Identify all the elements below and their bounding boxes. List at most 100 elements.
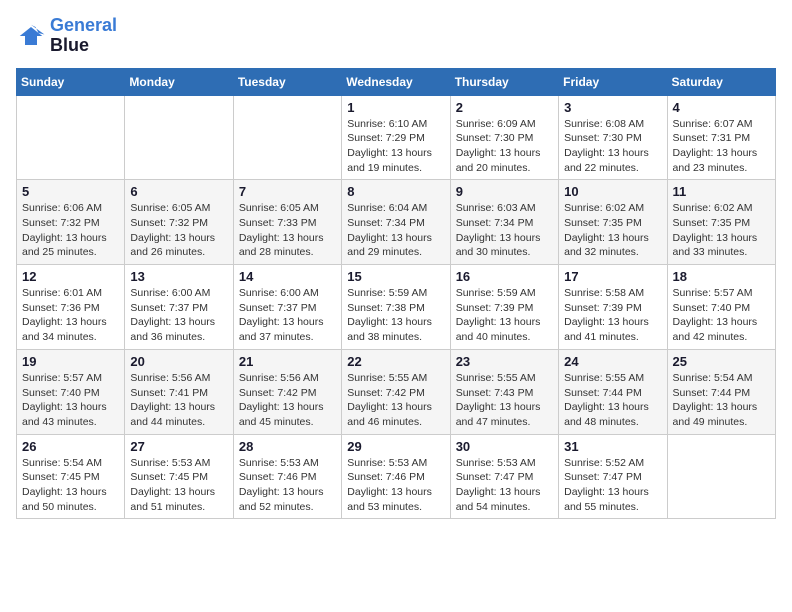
- calendar-cell: 18 Sunrise: 5:57 AM Sunset: 7:40 PM Dayli…: [667, 265, 775, 350]
- day-info: Sunrise: 5:55 AM Sunset: 7:44 PM Dayligh…: [564, 371, 661, 430]
- day-number: 31: [564, 439, 661, 454]
- calendar-table: SundayMondayTuesdayWednesdayThursdayFrid…: [16, 68, 776, 520]
- day-number: 6: [130, 184, 227, 199]
- logo-text: General Blue: [50, 16, 117, 56]
- calendar-cell: 13Sunrise: 6:00 AM Sunset: 7:37 PM Dayli…: [125, 265, 233, 350]
- day-info: Sunrise: 6:10 AM Sunset: 7:29 PM Dayligh…: [347, 117, 444, 176]
- day-number: 16: [456, 269, 553, 284]
- day-number: 29: [347, 439, 444, 454]
- day-number: 12: [22, 269, 119, 284]
- day-number: 5: [22, 184, 119, 199]
- day-info: Sunrise: 6:05 AM Sunset: 7:33 PM Dayligh…: [239, 201, 336, 260]
- page-header: General Blue: [16, 16, 776, 56]
- calendar-cell: 10 Sunrise: 6:02 AM Sunset: 7:35 PM Dayli…: [559, 180, 667, 265]
- calendar-cell: 3Sunrise: 6:08 AM Sunset: 7:30 PM Daylig…: [559, 95, 667, 180]
- day-number: 15: [347, 269, 444, 284]
- day-number: 28: [239, 439, 336, 454]
- day-number: 25: [673, 354, 770, 369]
- calendar-cell: [233, 95, 341, 180]
- day-number: 20: [130, 354, 227, 369]
- weekday-header: Sunday: [17, 68, 125, 95]
- day-info: Sunrise: 6:01 AM Sunset: 7:36 PM Dayligh…: [22, 286, 119, 345]
- day-number: 23: [456, 354, 553, 369]
- calendar-cell: 20 Sunrise: 5:56 AM Sunset: 7:41 PM Dayli…: [125, 349, 233, 434]
- calendar-cell: 17 Sunrise: 5:58 AM Sunset: 7:39 PM Dayli…: [559, 265, 667, 350]
- day-info: Sunrise: 5:55 AM Sunset: 7:42 PM Dayligh…: [347, 371, 444, 430]
- calendar-cell: 29 Sunrise: 5:53 AM Sunset: 7:46 PM Dayli…: [342, 434, 450, 519]
- calendar-cell: 16 Sunrise: 5:59 AM Sunset: 7:39 PM Dayli…: [450, 265, 558, 350]
- calendar-cell: 2 Sunrise: 6:09 AM Sunset: 7:30 PM Daylig…: [450, 95, 558, 180]
- day-info: Sunrise: 5:57 AM Sunset: 7:40 PM Dayligh…: [673, 286, 770, 345]
- day-info: Sunrise: 6:05 AM Sunset: 7:32 PM Dayligh…: [130, 201, 227, 260]
- day-info: Sunrise: 5:57 AM Sunset: 7:40 PM Dayligh…: [22, 371, 119, 430]
- day-number: 17: [564, 269, 661, 284]
- day-number: 18: [673, 269, 770, 284]
- day-number: 27: [130, 439, 227, 454]
- calendar-week-row: 19 Sunrise: 5:57 AM Sunset: 7:40 PM Dayli…: [17, 349, 776, 434]
- calendar-cell: 30Sunrise: 5:53 AM Sunset: 7:47 PM Dayli…: [450, 434, 558, 519]
- weekday-header: Tuesday: [233, 68, 341, 95]
- day-info: Sunrise: 5:55 AM Sunset: 7:43 PM Dayligh…: [456, 371, 553, 430]
- day-number: 3: [564, 100, 661, 115]
- weekday-header: Saturday: [667, 68, 775, 95]
- calendar-week-row: 1Sunrise: 6:10 AM Sunset: 7:29 PM Daylig…: [17, 95, 776, 180]
- weekday-header: Wednesday: [342, 68, 450, 95]
- calendar-cell: 27 Sunrise: 5:53 AM Sunset: 7:45 PM Dayli…: [125, 434, 233, 519]
- calendar-cell: 8Sunrise: 6:04 AM Sunset: 7:34 PM Daylig…: [342, 180, 450, 265]
- calendar-cell: 7 Sunrise: 6:05 AM Sunset: 7:33 PM Daylig…: [233, 180, 341, 265]
- day-info: Sunrise: 6:06 AM Sunset: 7:32 PM Dayligh…: [22, 201, 119, 260]
- calendar-cell: 23 Sunrise: 5:55 AM Sunset: 7:43 PM Dayli…: [450, 349, 558, 434]
- calendar-cell: 6 Sunrise: 6:05 AM Sunset: 7:32 PM Daylig…: [125, 180, 233, 265]
- logo: General Blue: [16, 16, 117, 56]
- day-number: 21: [239, 354, 336, 369]
- calendar-cell: 21 Sunrise: 5:56 AM Sunset: 7:42 PM Dayli…: [233, 349, 341, 434]
- day-number: 13: [130, 269, 227, 284]
- day-number: 26: [22, 439, 119, 454]
- day-info: Sunrise: 5:58 AM Sunset: 7:39 PM Dayligh…: [564, 286, 661, 345]
- day-number: 30: [456, 439, 553, 454]
- weekday-header: Friday: [559, 68, 667, 95]
- day-number: 11: [673, 184, 770, 199]
- day-info: Sunrise: 5:56 AM Sunset: 7:42 PM Dayligh…: [239, 371, 336, 430]
- day-number: 4: [673, 100, 770, 115]
- calendar-cell: [667, 434, 775, 519]
- day-number: 10: [564, 184, 661, 199]
- day-info: Sunrise: 5:53 AM Sunset: 7:46 PM Dayligh…: [347, 456, 444, 515]
- day-info: Sunrise: 5:54 AM Sunset: 7:44 PM Dayligh…: [673, 371, 770, 430]
- calendar-week-row: 12 Sunrise: 6:01 AM Sunset: 7:36 PM Dayli…: [17, 265, 776, 350]
- day-number: 14: [239, 269, 336, 284]
- weekday-header: Monday: [125, 68, 233, 95]
- weekday-header: Thursday: [450, 68, 558, 95]
- logo-icon: [16, 21, 46, 51]
- day-info: Sunrise: 6:07 AM Sunset: 7:31 PM Dayligh…: [673, 117, 770, 176]
- calendar-week-row: 26 Sunrise: 5:54 AM Sunset: 7:45 PM Dayli…: [17, 434, 776, 519]
- day-number: 22: [347, 354, 444, 369]
- day-info: Sunrise: 5:54 AM Sunset: 7:45 PM Dayligh…: [22, 456, 119, 515]
- day-info: Sunrise: 5:56 AM Sunset: 7:41 PM Dayligh…: [130, 371, 227, 430]
- day-number: 19: [22, 354, 119, 369]
- calendar-week-row: 5 Sunrise: 6:06 AM Sunset: 7:32 PM Daylig…: [17, 180, 776, 265]
- calendar-cell: 11 Sunrise: 6:02 AM Sunset: 7:35 PM Dayli…: [667, 180, 775, 265]
- day-info: Sunrise: 6:09 AM Sunset: 7:30 PM Dayligh…: [456, 117, 553, 176]
- calendar-cell: 24Sunrise: 5:55 AM Sunset: 7:44 PM Dayli…: [559, 349, 667, 434]
- day-info: Sunrise: 5:53 AM Sunset: 7:45 PM Dayligh…: [130, 456, 227, 515]
- day-info: Sunrise: 6:04 AM Sunset: 7:34 PM Dayligh…: [347, 201, 444, 260]
- day-info: Sunrise: 5:59 AM Sunset: 7:38 PM Dayligh…: [347, 286, 444, 345]
- calendar-cell: [17, 95, 125, 180]
- calendar-cell: [125, 95, 233, 180]
- day-info: Sunrise: 6:02 AM Sunset: 7:35 PM Dayligh…: [673, 201, 770, 260]
- day-info: Sunrise: 5:59 AM Sunset: 7:39 PM Dayligh…: [456, 286, 553, 345]
- day-info: Sunrise: 6:02 AM Sunset: 7:35 PM Dayligh…: [564, 201, 661, 260]
- day-number: 9: [456, 184, 553, 199]
- calendar-cell: 14Sunrise: 6:00 AM Sunset: 7:37 PM Dayli…: [233, 265, 341, 350]
- day-number: 7: [239, 184, 336, 199]
- calendar-cell: 15 Sunrise: 5:59 AM Sunset: 7:38 PM Dayli…: [342, 265, 450, 350]
- calendar-cell: 22 Sunrise: 5:55 AM Sunset: 7:42 PM Dayli…: [342, 349, 450, 434]
- day-number: 2: [456, 100, 553, 115]
- calendar-cell: 5 Sunrise: 6:06 AM Sunset: 7:32 PM Daylig…: [17, 180, 125, 265]
- calendar-cell: 4 Sunrise: 6:07 AM Sunset: 7:31 PM Daylig…: [667, 95, 775, 180]
- day-info: Sunrise: 5:53 AM Sunset: 7:46 PM Dayligh…: [239, 456, 336, 515]
- day-info: Sunrise: 6:03 AM Sunset: 7:34 PM Dayligh…: [456, 201, 553, 260]
- calendar-cell: 26 Sunrise: 5:54 AM Sunset: 7:45 PM Dayli…: [17, 434, 125, 519]
- day-info: Sunrise: 5:52 AM Sunset: 7:47 PM Dayligh…: [564, 456, 661, 515]
